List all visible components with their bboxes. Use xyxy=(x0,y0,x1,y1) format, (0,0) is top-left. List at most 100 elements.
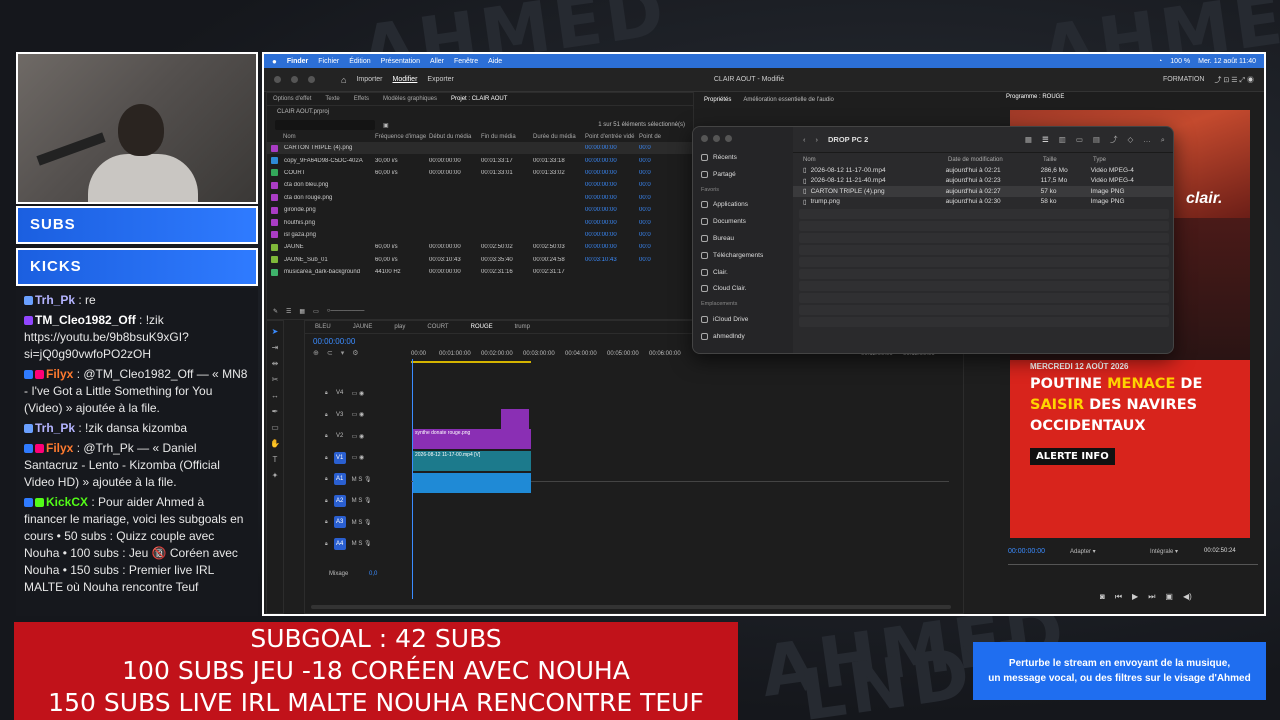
view-gallery-icon[interactable]: ▭ xyxy=(1076,135,1083,144)
label-color-swatch[interactable] xyxy=(271,181,278,189)
window-close-button[interactable] xyxy=(274,76,281,83)
wrench-icon[interactable]: ⚙ xyxy=(352,349,358,357)
finder-file-row[interactable]: ▯ 2026-08-12 11-21-40.mp4 aujourd'hui à 02… xyxy=(793,176,1173,187)
track-target-badge[interactable]: A1 xyxy=(333,473,346,485)
menu-app-name[interactable]: Finder xyxy=(287,58,308,65)
clip-v3[interactable] xyxy=(517,409,529,429)
view-columns-icon[interactable]: ▥ xyxy=(1059,135,1066,144)
view-list-icon[interactable]: ☰ xyxy=(1042,135,1049,144)
track-target-badge[interactable]: A2 xyxy=(333,494,346,507)
timeline-scrollbar[interactable] xyxy=(311,605,951,609)
sidebar-item-downloads[interactable]: Téléchargements xyxy=(701,247,785,264)
project-file-row[interactable]: copy_9FA64D98-C5DC-402A 30,00 i/s 00:00:00… xyxy=(267,154,693,166)
column-size[interactable]: Taille xyxy=(1043,157,1093,163)
seq-tab-active[interactable]: ROUGE xyxy=(471,324,493,330)
lock-icon[interactable]: 🔒︎ xyxy=(325,455,328,461)
group-icon[interactable]: ▤ xyxy=(1093,135,1100,144)
pen-icon[interactable]: ✎ xyxy=(273,308,278,315)
icon-view-icon[interactable]: ▦ xyxy=(299,308,305,315)
eye-icon[interactable]: ▭ ◉ xyxy=(352,454,365,461)
track-target-badge[interactable]: V2 xyxy=(334,430,346,442)
project-file-row[interactable]: houthis.png 00:00:00:00 00:0 xyxy=(267,216,693,228)
column-duration[interactable]: Durée du média xyxy=(533,134,585,140)
menu-aller[interactable]: Aller xyxy=(430,58,444,65)
finder-file-row[interactable]: ▯ trump.png aujourd'hui à 02:30 58 ko Image … xyxy=(793,197,1173,208)
tab-text[interactable]: Texte xyxy=(325,96,339,102)
lock-icon[interactable]: 🔒︎ xyxy=(325,390,328,396)
link-icon[interactable]: ⊂ xyxy=(327,349,333,357)
track-target-badge[interactable]: A4 xyxy=(333,537,346,550)
finder-close-button[interactable] xyxy=(701,135,708,142)
wifi-icon[interactable]: ◔ xyxy=(1158,58,1162,65)
mute-solo-icon[interactable]: M S 🎙︎ xyxy=(352,540,372,547)
project-file-row[interactable]: JAUNE 60,00 i/s 00:00:00:00 00:02:50:02 00:0… xyxy=(267,241,693,253)
label-color-swatch[interactable] xyxy=(271,144,278,152)
column-in-point[interactable]: Point d'entrée vidé xyxy=(585,134,639,140)
project-file-row[interactable]: cta don bleu.png 00:00:00:00 00:0 xyxy=(267,179,693,191)
menu-fenetre[interactable]: Fenêtre xyxy=(454,58,478,65)
sidebar-item-documents[interactable]: Documents xyxy=(701,213,785,230)
seq-tab[interactable]: play xyxy=(394,324,405,330)
sidebar-item-clair[interactable]: Clair. xyxy=(701,264,785,281)
column-name[interactable]: Nom xyxy=(271,134,375,140)
sidebar-item-recents[interactable]: Récents xyxy=(701,149,785,166)
label-color-swatch[interactable] xyxy=(271,243,278,251)
workspace-label[interactable]: FORMATION xyxy=(1163,76,1204,83)
tag-icon[interactable]: ◇ xyxy=(1128,135,1134,144)
project-file-row[interactable]: cta don rouge.png 00:00:00:00 00:0 xyxy=(267,192,693,204)
mix-value[interactable]: 0,0 xyxy=(369,571,377,577)
sidebar-item-shared[interactable]: Partagé xyxy=(701,166,785,183)
tab-audio-enhance[interactable]: Amélioration essentielle de l'audio xyxy=(743,97,834,103)
timeline-timecode[interactable]: 00:00:00:00 xyxy=(313,337,355,346)
snap-icon[interactable]: ⊕ xyxy=(313,349,319,357)
finder-file-row[interactable]: ▯ CARTON TRIPLE (4).png aujourd'hui à 02:2… xyxy=(793,186,1173,197)
menu-presentation[interactable]: Présentation xyxy=(381,58,420,65)
sidebar-item-desktop[interactable]: Bureau xyxy=(701,230,785,247)
label-color-swatch[interactable] xyxy=(271,268,278,276)
sparkle-icon[interactable]: ✦ xyxy=(270,471,280,481)
label-color-swatch[interactable] xyxy=(271,169,278,177)
menu-aide[interactable]: Aide xyxy=(488,58,502,65)
track-target-badge[interactable]: V3 xyxy=(334,409,346,421)
search-icon[interactable]: ⌕ xyxy=(1161,135,1165,145)
track-target-badge[interactable]: A3 xyxy=(333,516,346,528)
seq-tab[interactable]: BLEU xyxy=(315,324,331,330)
battery-text[interactable]: 100 % xyxy=(1170,58,1190,65)
rectangle-tool-icon[interactable]: ▭ xyxy=(270,423,280,433)
lock-icon[interactable]: 🔒︎ xyxy=(325,476,328,482)
window-zoom-button[interactable] xyxy=(308,76,315,83)
project-file-row[interactable]: gironde.png 00:00:00:00 00:0 xyxy=(267,204,693,216)
mute-solo-icon[interactable]: M S 🎙︎ xyxy=(352,497,372,504)
track-select-icon[interactable]: ⇥ xyxy=(270,343,280,353)
eye-icon[interactable]: ▭ ◉ xyxy=(352,411,365,418)
project-file-row[interactable]: JAUNE_Sub_01 60,00 i/s 00:03:10:43 00:03:35… xyxy=(267,254,693,266)
apple-icon[interactable]: ● xyxy=(272,57,277,66)
work-area-bar[interactable] xyxy=(411,361,531,363)
tab-modifier[interactable]: Modifier xyxy=(393,76,418,83)
freeform-view-icon[interactable]: ▭ xyxy=(313,308,319,315)
column-point[interactable]: Point de xyxy=(639,134,661,140)
marker-icon[interactable]: ▾ xyxy=(341,349,345,357)
type-tool-icon[interactable]: T xyxy=(270,455,280,465)
lock-icon[interactable]: 🔒︎ xyxy=(325,412,328,418)
step-forward-icon[interactable]: ⏭ xyxy=(1148,592,1155,602)
tab-effect-options[interactable]: Options d'effet xyxy=(273,96,311,102)
column-fps[interactable]: Fréquence d'image xyxy=(375,134,429,140)
project-file-row[interactable]: musicarea_dark-background 44100 Hz 00:00:0… xyxy=(267,266,693,278)
play-icon[interactable]: ▶ xyxy=(1132,592,1138,602)
search-input[interactable] xyxy=(275,120,375,130)
column-start[interactable]: Début du média xyxy=(429,134,481,140)
volume-icon[interactable]: ◀) xyxy=(1183,592,1192,602)
fit-select[interactable]: Adapter ▾ xyxy=(1070,548,1096,555)
program-scrubber[interactable] xyxy=(1008,564,1258,565)
label-color-swatch[interactable] xyxy=(271,194,278,202)
project-file-row[interactable]: CARTON TRIPLE (4).png 00:00:00:00 00:0 xyxy=(267,142,693,155)
sidebar-item-icloud[interactable]: iCloud Drive xyxy=(701,311,785,328)
tab-graphic-templates[interactable]: Modèles graphiques xyxy=(383,96,437,102)
program-timecode[interactable]: 00:00:00:00 xyxy=(1008,548,1045,555)
tab-effects[interactable]: Effets xyxy=(354,96,369,102)
view-icons-icon[interactable]: ▦ xyxy=(1025,135,1032,144)
label-color-swatch[interactable] xyxy=(271,256,278,264)
clip-v2[interactable]: synthe donate rouge.png xyxy=(413,429,531,449)
label-color-swatch[interactable] xyxy=(271,219,278,227)
